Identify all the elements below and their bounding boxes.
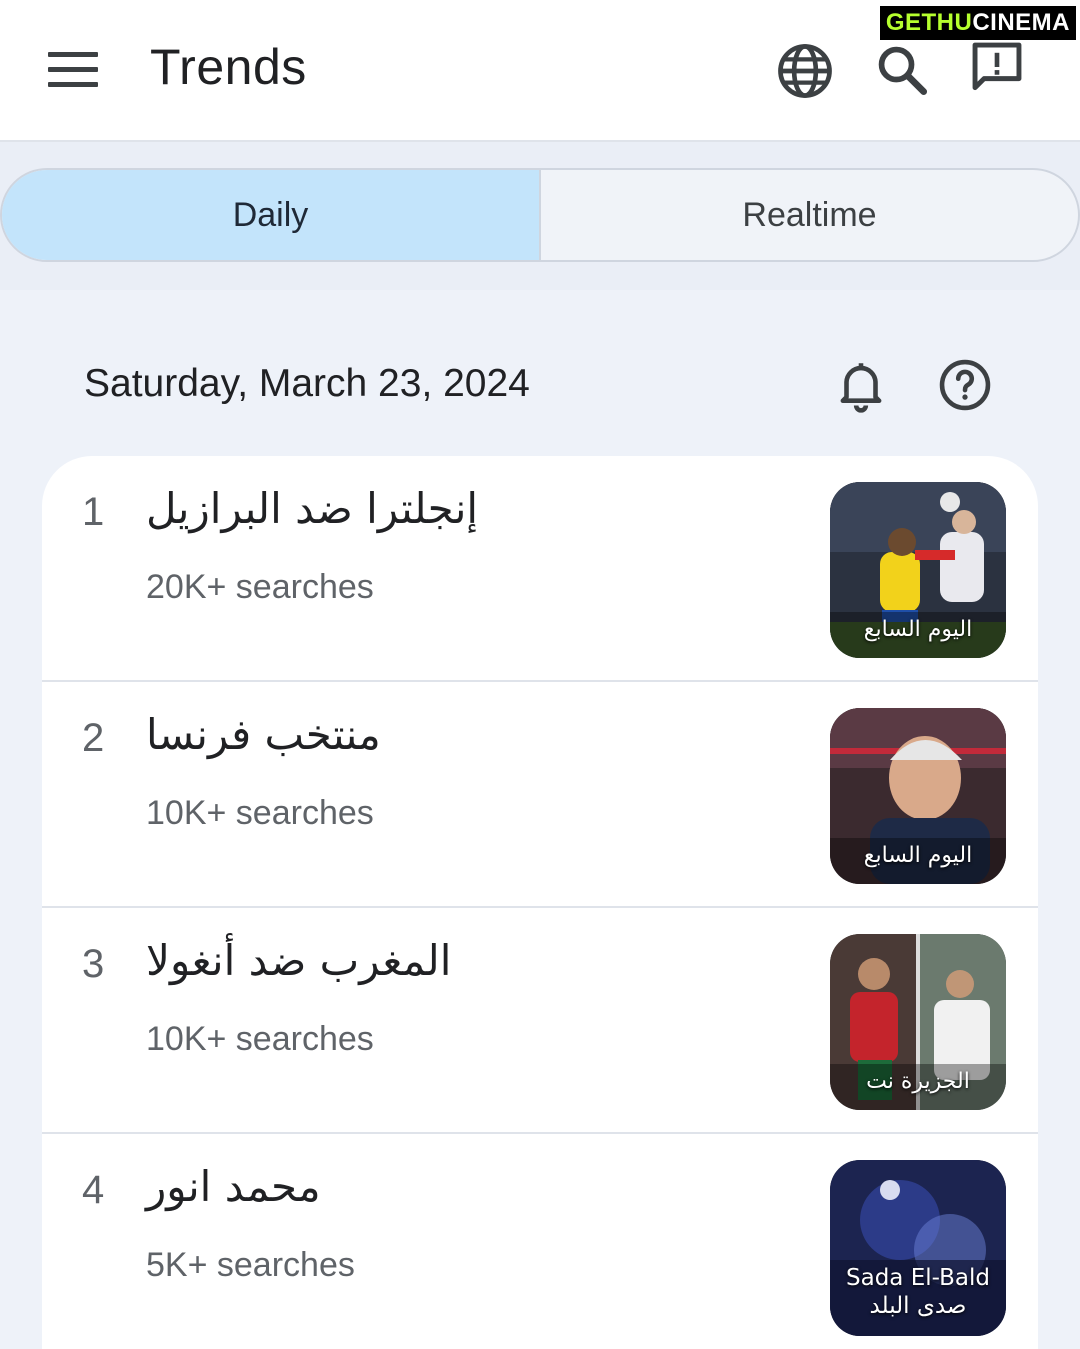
source-arabic: صدى البلد bbox=[869, 1293, 967, 1319]
feedback-icon[interactable] bbox=[966, 36, 1028, 98]
watermark-logo: GETHU CINEMA bbox=[879, 6, 1076, 40]
trend-search-count: 10K+ searches bbox=[146, 1020, 374, 1058]
trend-query: المغرب ضد أنغولا bbox=[146, 936, 452, 985]
date-header: Saturday, March 23, 2024 bbox=[0, 340, 1080, 430]
trend-search-count: 10K+ searches bbox=[146, 794, 374, 832]
tab-bar: Daily Realtime bbox=[0, 168, 1080, 262]
thumbnail-source: اليوم السابع bbox=[863, 617, 973, 642]
trend-item-3[interactable]: 3 المغرب ضد أنغولا 10K+ searches الجزيرة… bbox=[42, 908, 1038, 1134]
globe-icon[interactable] bbox=[774, 40, 836, 102]
app-title: Trends bbox=[150, 39, 307, 95]
trend-search-count: 20K+ searches bbox=[146, 568, 374, 606]
tab-area: Daily Realtime bbox=[0, 142, 1080, 290]
trends-list: 1 إنجلترا ضد البرازيل 20K+ searches اليو… bbox=[42, 456, 1038, 1349]
trend-rank: 2 bbox=[82, 716, 105, 760]
trend-query: محمد انور bbox=[146, 1162, 321, 1211]
trend-query: منتخب فرنسا bbox=[146, 710, 381, 759]
tab-daily[interactable]: Daily bbox=[2, 170, 539, 260]
source-latin: Sada El-Bald bbox=[846, 1265, 990, 1291]
trend-thumbnail[interactable]: Sada El-Bald صدى البلد bbox=[830, 1160, 1006, 1336]
help-icon[interactable] bbox=[936, 356, 994, 414]
menu-icon[interactable] bbox=[48, 52, 98, 92]
date-label: Saturday, March 23, 2024 bbox=[84, 362, 530, 405]
thumbnail-source: الجزيرة نت bbox=[866, 1069, 970, 1094]
trend-item-2[interactable]: 2 منتخب فرنسا 10K+ searches اليوم السابع bbox=[42, 682, 1038, 908]
bell-icon[interactable] bbox=[832, 356, 890, 414]
thumbnail-source: Sada El-Bald صدى البلد bbox=[830, 1264, 1006, 1320]
tab-realtime[interactable]: Realtime bbox=[539, 170, 1078, 260]
thumbnail-source: اليوم السابع bbox=[863, 843, 973, 868]
trend-rank: 4 bbox=[82, 1168, 105, 1212]
app-bar: Trends GETHU CINEMA bbox=[0, 0, 1080, 142]
trend-thumbnail[interactable]: الجزيرة نت bbox=[830, 934, 1006, 1110]
trend-query: إنجلترا ضد البرازيل bbox=[146, 484, 479, 533]
search-icon[interactable] bbox=[872, 40, 934, 102]
trend-thumbnail[interactable]: اليوم السابع bbox=[830, 708, 1006, 884]
trend-item-4[interactable]: 4 محمد انور 5K+ searches Sada El-Bald صد… bbox=[42, 1134, 1038, 1349]
trend-item-1[interactable]: 1 إنجلترا ضد البرازيل 20K+ searches اليو… bbox=[42, 456, 1038, 682]
trend-rank: 3 bbox=[82, 942, 105, 986]
trend-rank: 1 bbox=[82, 490, 105, 534]
trend-thumbnail[interactable]: اليوم السابع bbox=[830, 482, 1006, 658]
trend-search-count: 5K+ searches bbox=[146, 1246, 355, 1284]
